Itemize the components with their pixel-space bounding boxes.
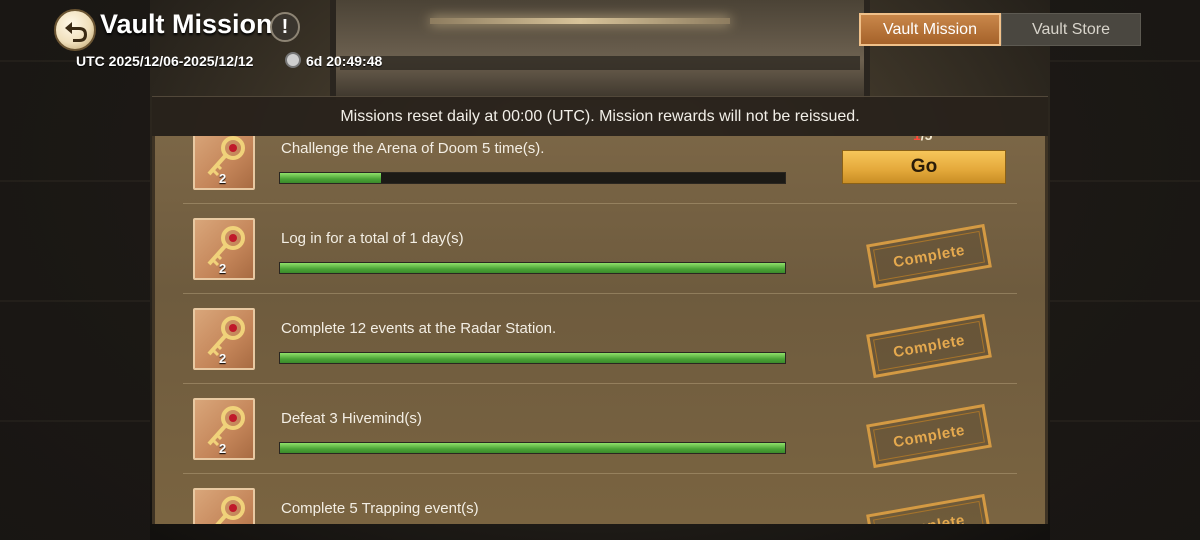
mission-row: 2 Log in for a total of 1 day(s) Complet… [183, 204, 1017, 294]
reward-item[interactable]: 2 [193, 398, 255, 460]
reset-notice: Missions reset daily at 00:00 (UTC). Mis… [152, 96, 1048, 136]
reward-count: 2 [219, 351, 227, 366]
progress-fill [280, 263, 785, 273]
complete-stamp: Complete [866, 313, 992, 379]
progress-fill [280, 443, 785, 453]
progress-bar [279, 262, 786, 274]
mission-description: Defeat 3 Hivemind(s) [281, 410, 422, 427]
progress-fill [280, 353, 785, 363]
ceiling-light [430, 18, 730, 24]
reward-count: 2 [219, 171, 227, 186]
mission-list-panel[interactable]: 2 Challenge the Arena of Doom 5 time(s).… [152, 136, 1048, 524]
tab-vault-mission[interactable]: Vault Mission [859, 13, 1001, 46]
stopwatch-icon [285, 52, 301, 68]
complete-stamp: Complete [866, 403, 992, 469]
back-arrow-icon [65, 22, 87, 42]
progress-bar [279, 352, 786, 364]
progress-fill [280, 173, 381, 183]
mission-row: 2 Defeat 3 Hivemind(s) Complete [183, 384, 1017, 474]
mission-description: Challenge the Arena of Doom 5 time(s). [281, 140, 545, 157]
left-wall [0, 0, 150, 540]
progress-count: 1/5 [913, 136, 932, 142]
complete-stamp: Complete [866, 223, 992, 289]
progress-total: /5 [921, 136, 933, 142]
reward-item[interactable]: 2 [193, 488, 255, 524]
countdown-timer: 6d 20:49:48 [306, 53, 383, 69]
mission-description: Complete 12 events at the Radar Station. [281, 320, 557, 337]
go-button[interactable]: Go [842, 150, 1006, 184]
ceiling-beam [340, 56, 860, 70]
event-date-range: UTC 2025/12/06-2025/12/12 [76, 53, 254, 69]
back-button[interactable] [54, 9, 96, 51]
reward-item[interactable]: 2 [193, 136, 255, 190]
door-frame [330, 0, 870, 100]
mission-description: Complete 5 Trapping event(s) [281, 500, 479, 517]
reward-count: 2 [219, 441, 227, 456]
tab-vault-store[interactable]: Vault Store [1001, 13, 1141, 46]
mission-row: 2 Complete 5 Trapping event(s) Complete [183, 474, 1017, 524]
progress-bar [279, 442, 786, 454]
page-title: Vault Mission [100, 9, 273, 39]
key-icon [215, 496, 245, 524]
mission-description: Log in for a total of 1 day(s) [281, 230, 464, 247]
right-wall [1050, 0, 1200, 540]
mission-row: 2 Complete 12 events at the Radar Statio… [183, 294, 1017, 384]
complete-stamp: Complete [866, 493, 992, 524]
mission-row: 2 Challenge the Arena of Doom 5 time(s).… [183, 136, 1017, 204]
progress-current: 1 [913, 136, 921, 142]
reward-item[interactable]: 2 [193, 218, 255, 280]
progress-bar [279, 172, 786, 184]
mission-list: 2 Challenge the Arena of Doom 5 time(s).… [155, 136, 1045, 524]
tab-bar: Vault Mission Vault Store [859, 13, 1141, 46]
reward-count: 2 [219, 261, 227, 276]
reward-item[interactable]: 2 [193, 308, 255, 370]
info-icon[interactable]: ! [270, 12, 300, 42]
